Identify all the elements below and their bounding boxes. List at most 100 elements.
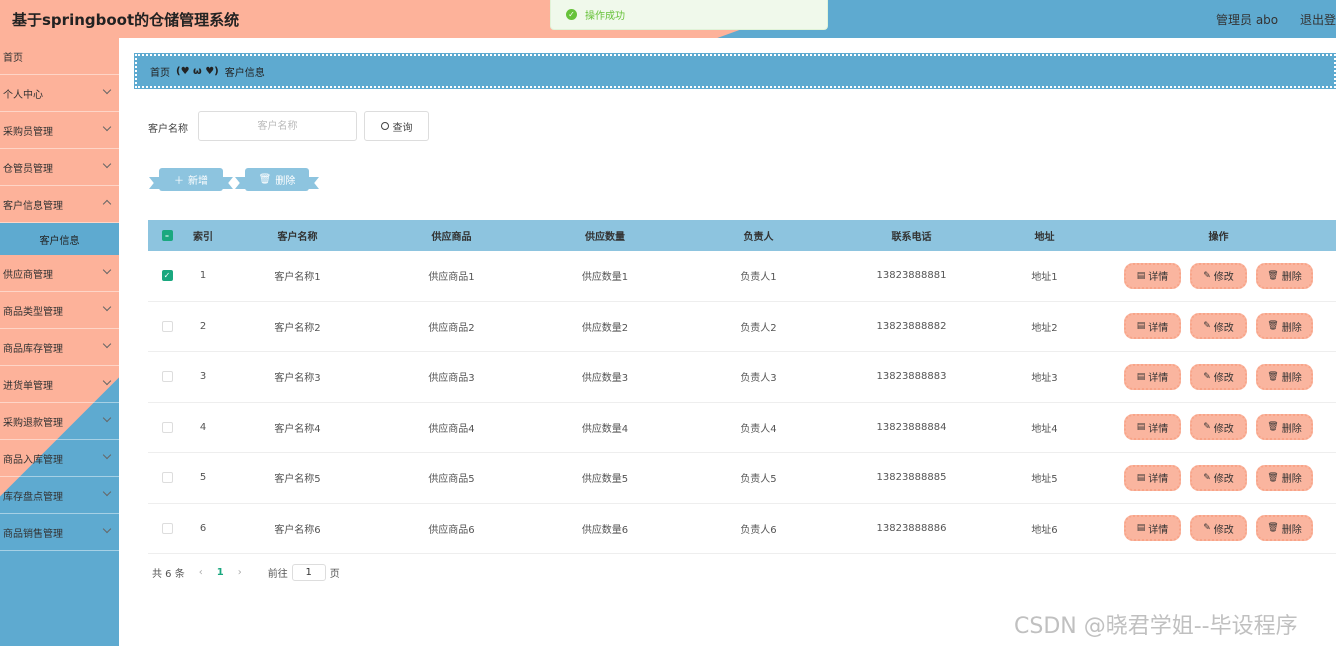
delete-button[interactable]: 🗑 删除 <box>1256 414 1313 441</box>
chevron-down-icon <box>102 159 112 169</box>
sidebar-item-label: 供应商管理 <box>3 269 53 281</box>
sidebar-item-home[interactable]: 首页 <box>0 38 119 75</box>
current-user-label[interactable]: 管理员 abo <box>1216 13 1278 27</box>
detail-button-label: 详情 <box>1148 423 1169 435</box>
sidebar-item-label: 商品入库管理 <box>3 454 63 466</box>
row-checkbox[interactable]: ✓ <box>161 270 173 282</box>
edit-icon: ✎ <box>1203 371 1211 382</box>
chevron-down-icon <box>102 487 112 497</box>
cell-address: 地址6 <box>1031 524 1058 536</box>
column-header-index: 索引 <box>193 232 213 243</box>
detail-button[interactable]: ▤ 详情 <box>1124 515 1181 542</box>
customer-name-search-input[interactable] <box>198 111 357 141</box>
sidebar-item-personal-center[interactable]: 个人中心 <box>0 75 119 112</box>
delete-button-label: 删除 <box>1281 474 1302 486</box>
edit-button[interactable]: ✎ 修改 <box>1190 414 1247 441</box>
detail-button[interactable]: ▤ 详情 <box>1124 313 1181 340</box>
chevron-down-icon <box>102 85 112 95</box>
sidebar-item-refund-mgmt[interactable]: 采购退款管理 <box>0 403 119 440</box>
trash-icon: 🗑 <box>1267 422 1279 433</box>
delete-button[interactable]: 🗑 删除 <box>1256 464 1313 491</box>
sidebar-item-supplier-mgmt[interactable]: 供应商管理 <box>0 255 119 292</box>
prev-page-icon[interactable]: ‹ <box>199 567 203 578</box>
sidebar-item-label: 仓管员管理 <box>3 163 53 175</box>
cell-phone: 13823888886 <box>876 522 947 534</box>
detail-icon: ▤ <box>1136 270 1146 281</box>
cell-supply-goods: 供应商品6 <box>428 524 475 536</box>
logout-link[interactable]: 退出登 <box>1300 13 1336 27</box>
select-all-checkbox[interactable]: – <box>161 230 173 241</box>
edit-button[interactable]: ✎ 修改 <box>1190 363 1247 390</box>
table-row: 6 客户名称6 供应商品6 供应数量6 负责人6 13823888886 地址6 ▤ 详情 ✎ 修改… <box>148 504 1336 554</box>
detail-icon: ▤ <box>1136 472 1146 483</box>
table-header: – 索引 客户名称 供应商品 供应数量 负责人 联系电话 地址 操作 <box>148 220 1336 251</box>
table-row: 5 客户名称5 供应商品5 供应数量5 负责人5 13823888885 地址5 ▤ 详情 ✎ 修改… <box>148 453 1336 504</box>
detail-button[interactable]: ▤ 详情 <box>1124 414 1181 441</box>
sidebar-subitem-customer-info[interactable]: 客户信息 <box>0 223 119 255</box>
cell-owner: 负责人4 <box>740 423 777 435</box>
row-checkbox[interactable] <box>161 371 173 383</box>
row-checkbox[interactable] <box>161 522 173 534</box>
next-page-icon[interactable]: › <box>238 567 242 578</box>
delete-button[interactable]: 🗑 删除 <box>1256 515 1313 542</box>
edit-button[interactable]: ✎ 修改 <box>1190 464 1247 491</box>
sidebar-item-goods-type-mgmt[interactable]: 商品类型管理 <box>0 292 119 329</box>
delete-button[interactable]: 🗑 删除 <box>1256 262 1313 289</box>
plus-icon: ＋ <box>174 176 184 187</box>
goto-page-input[interactable] <box>291 564 326 581</box>
cell-owner: 负责人2 <box>740 322 777 334</box>
delete-button[interactable]: 🗑 删除 <box>1256 363 1313 390</box>
search-button-label: 查询 <box>392 122 413 134</box>
cell-owner: 负责人1 <box>740 272 777 284</box>
batch-delete-button[interactable]: 🗑 删除 <box>245 168 309 191</box>
detail-icon: ▤ <box>1136 422 1146 433</box>
sidebar-item-label: 采购退款管理 <box>3 417 63 429</box>
sidebar-item-label: 商品类型管理 <box>3 306 63 318</box>
sidebar-item-warehouse-keeper-mgmt[interactable]: 仓管员管理 <box>0 149 119 186</box>
detail-button-label: 详情 <box>1148 373 1169 385</box>
edit-button[interactable]: ✎ 修改 <box>1190 262 1247 289</box>
sidebar-item-inventory-check-mgmt[interactable]: 库存盘点管理 <box>0 477 119 514</box>
cell-phone: 13823888885 <box>876 472 947 484</box>
pagination-total: 共 6 条 <box>152 569 185 580</box>
search-button[interactable]: 查询 <box>364 111 429 141</box>
column-header-supply-goods: 供应商品 <box>431 232 472 243</box>
row-checkbox[interactable] <box>161 320 173 332</box>
chevron-down-icon <box>102 376 112 386</box>
row-checkbox[interactable] <box>161 421 173 433</box>
sidebar-item-stock-mgmt[interactable]: 商品库存管理 <box>0 329 119 366</box>
cell-actions: ▤ 详情 ✎ 修改 🗑 删除 <box>1101 313 1336 340</box>
breadcrumb-current: 客户信息 <box>224 67 265 79</box>
sidebar-item-sales-mgmt[interactable]: 商品销售管理 <box>0 514 119 551</box>
breadcrumb-separator: (♥ ω ♥) <box>176 65 219 77</box>
cell-customer-name: 客户名称4 <box>274 423 321 435</box>
sidebar-item-customer-mgmt[interactable]: 客户信息管理 <box>0 186 119 223</box>
trash-icon: 🗑 <box>1267 371 1279 382</box>
edit-button[interactable]: ✎ 修改 <box>1190 515 1247 542</box>
chevron-down-icon <box>102 524 112 534</box>
column-header-owner: 负责人 <box>743 232 774 243</box>
sidebar-menu: 首页 个人中心 采购员管理 仓管员管理 客户信息管理 客户信息 供应商管理 商品… <box>0 38 119 646</box>
add-button[interactable]: ＋ 新增 <box>159 168 223 191</box>
detail-button-label: 详情 <box>1148 524 1169 536</box>
edit-button-label: 修改 <box>1213 272 1234 284</box>
trash-icon: 🗑 <box>1267 523 1279 534</box>
chevron-down-icon <box>102 450 112 460</box>
chevron-down-icon <box>102 265 112 275</box>
delete-button[interactable]: 🗑 删除 <box>1256 313 1313 340</box>
sidebar-item-inbound-mgmt[interactable]: 商品入库管理 <box>0 440 119 477</box>
detail-button[interactable]: ▤ 详情 <box>1124 363 1181 390</box>
sidebar-item-purchase-order-mgmt[interactable]: 进货单管理 <box>0 366 119 403</box>
row-checkbox[interactable] <box>161 472 173 484</box>
breadcrumb-home[interactable]: 首页 <box>150 64 170 79</box>
detail-button[interactable]: ▤ 详情 <box>1124 464 1181 491</box>
detail-button[interactable]: ▤ 详情 <box>1124 262 1181 289</box>
chevron-down-icon <box>102 413 112 423</box>
cell-owner: 负责人3 <box>740 373 777 385</box>
sidebar-item-buyer-mgmt[interactable]: 采购员管理 <box>0 112 119 149</box>
table-body: ✓ 1 客户名称1 供应商品1 供应数量1 负责人1 13823888881 地址1 ▤ 详情 ✎ 修… <box>148 251 1336 554</box>
current-page-number[interactable]: 1 <box>217 567 224 578</box>
edit-button[interactable]: ✎ 修改 <box>1190 313 1247 340</box>
edit-button-label: 修改 <box>1213 474 1234 486</box>
cell-index: 3 <box>199 371 207 383</box>
